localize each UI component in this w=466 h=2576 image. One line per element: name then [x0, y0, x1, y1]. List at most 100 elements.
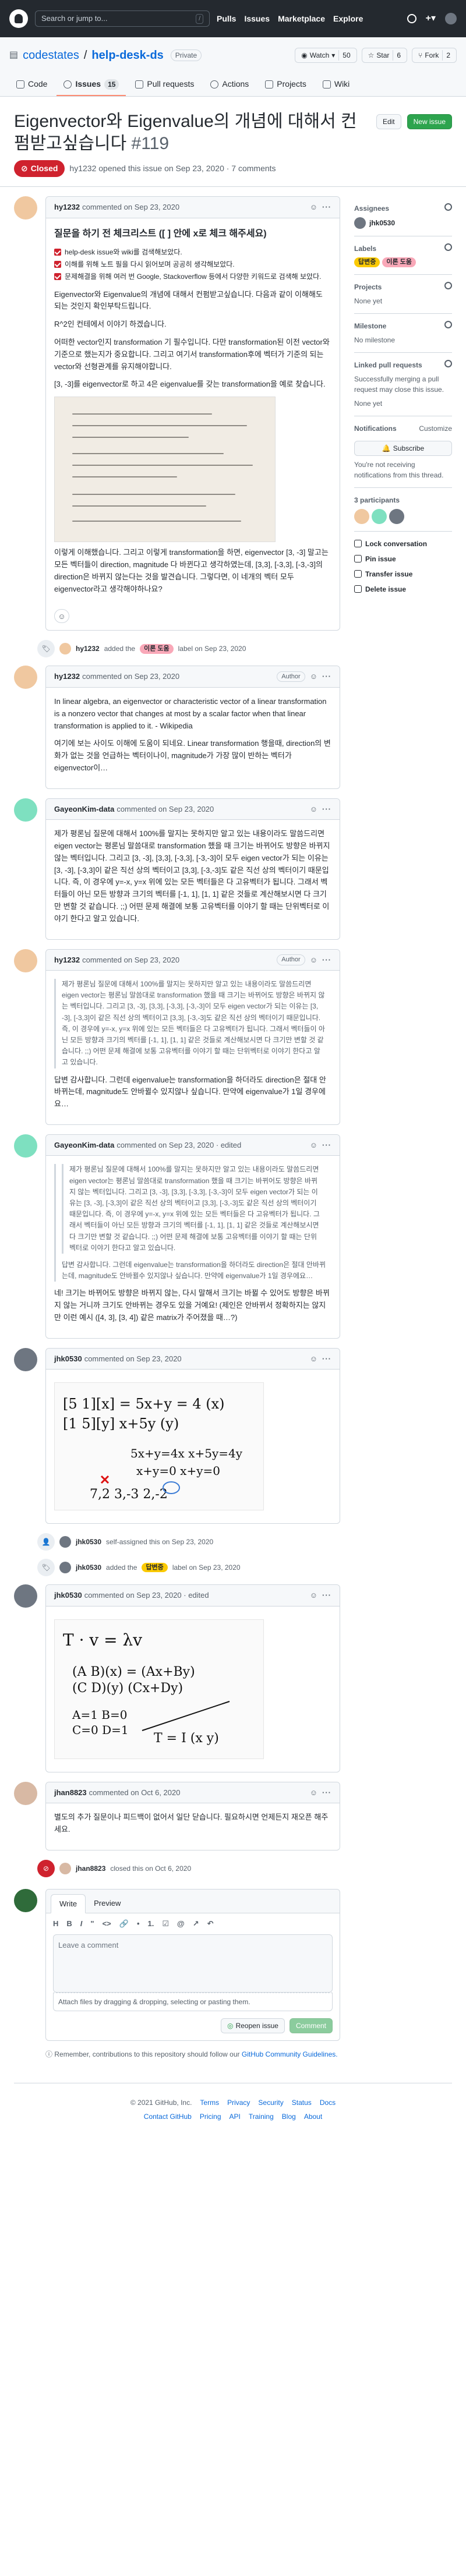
tab-issues[interactable]: Issues 15 [57, 73, 126, 96]
new-issue-button[interactable]: New issue [407, 114, 452, 129]
comment-author[interactable]: GayeonKim-data [54, 804, 114, 815]
reply-icon[interactable]: ↶ [207, 1918, 214, 1930]
more-options-icon[interactable]: ··· [322, 954, 331, 966]
more-options-icon[interactable]: ··· [322, 1590, 331, 1601]
nav-marketplace[interactable]: Marketplace [278, 13, 325, 25]
avatar[interactable] [389, 508, 404, 524]
tab-pull-requests[interactable]: Pull requests [128, 73, 201, 96]
smiley-icon[interactable]: ☺ [310, 201, 317, 213]
link-icon[interactable]: 🔗 [119, 1918, 129, 1930]
subscribe-button[interactable]: 🔔 Subscribe [354, 440, 452, 456]
comment-date[interactable]: commented on Sep 23, 2020 [116, 804, 214, 815]
smiley-icon[interactable]: ☺ [310, 1353, 317, 1365]
nav-explore[interactable]: Explore [333, 13, 363, 25]
more-options-icon[interactable]: ··· [322, 671, 331, 682]
gear-icon[interactable] [444, 243, 452, 251]
smiley-icon[interactable]: ☺ [310, 1787, 317, 1799]
label-answering[interactable]: 답변중 [142, 1562, 168, 1573]
plus-icon[interactable]: +▾ [426, 12, 436, 26]
more-options-icon[interactable]: ··· [322, 201, 331, 213]
footer-link-docs[interactable]: Docs [320, 2097, 336, 2108]
footer-link-pricing[interactable]: Pricing [200, 2111, 221, 2122]
comment-author[interactable]: hy1232 [54, 201, 80, 213]
handwritten-notes-image[interactable] [54, 397, 276, 543]
search-input[interactable]: Search or jump to... / [35, 10, 210, 27]
pin-issue-action[interactable]: Pin issue [354, 554, 452, 564]
footer-link-status[interactable]: Status [292, 2097, 312, 2108]
tab-preview[interactable]: Preview [86, 1894, 129, 1913]
quote-icon[interactable]: " [90, 1918, 94, 1930]
heading-icon[interactable]: H [53, 1918, 58, 1930]
edit-title-button[interactable]: Edit [376, 114, 401, 129]
comment-author[interactable]: jhk0530 [54, 1353, 82, 1365]
label-answering[interactable]: 답변중 [354, 257, 380, 267]
add-reaction-icon[interactable]: ☺ [54, 609, 69, 624]
bold-icon[interactable]: B [66, 1918, 72, 1930]
watch-button[interactable]: ◉ Watch ▾ 50 [295, 48, 357, 63]
delete-issue-action[interactable]: Delete issue [354, 584, 452, 595]
more-options-icon[interactable]: ··· [322, 1140, 331, 1151]
bell-icon[interactable] [407, 14, 416, 23]
tab-actions[interactable]: Actions [203, 73, 256, 96]
repo-name-link[interactable]: help-desk-ds [91, 47, 163, 64]
tab-write[interactable]: Write [51, 1894, 86, 1914]
avatar[interactable] [354, 508, 369, 524]
footer-link-security[interactable]: Security [258, 2097, 283, 2108]
label-theory[interactable]: 이론 도움 [382, 257, 416, 267]
smiley-icon[interactable]: ☺ [310, 804, 317, 815]
task-list-icon[interactable]: ☑ [162, 1918, 169, 1930]
nav-issues[interactable]: Issues [244, 13, 270, 25]
avatar[interactable] [372, 508, 387, 524]
footer-link-blog[interactable]: Blog [282, 2111, 296, 2122]
footer-link-training[interactable]: Training [249, 2111, 274, 2122]
label-theory[interactable]: 이론 도움 [140, 644, 174, 654]
customize-link[interactable]: Customize [419, 423, 452, 434]
attach-files-area[interactable]: Attach files by dragging & dropping, sel… [53, 1992, 333, 2011]
avatar[interactable] [445, 13, 457, 24]
checkbox-checked-icon[interactable] [54, 261, 61, 268]
handwritten-math-image[interactable]: T · v = λv (A B)(x) = (Ax+By) (C D)(y) (… [54, 1619, 264, 1759]
more-options-icon[interactable]: ··· [322, 1787, 331, 1799]
smiley-icon[interactable]: ☺ [310, 1590, 317, 1601]
comment-author[interactable]: jhk0530 [54, 1590, 82, 1601]
bulleted-list-icon[interactable]: • [137, 1918, 140, 1930]
comment-date[interactable]: commented on Sep 23, 2020 [84, 1353, 182, 1365]
footer-link-terms[interactable]: Terms [200, 2097, 219, 2108]
guidelines-link[interactable]: GitHub Community Guidelines. [242, 2050, 338, 2058]
italic-icon[interactable]: I [80, 1918, 83, 1930]
smiley-icon[interactable]: ☺ [310, 1140, 317, 1151]
gear-icon[interactable] [444, 203, 452, 211]
tab-projects[interactable]: Projects [258, 73, 313, 96]
comment-date[interactable]: commented on Sep 23, 2020 [82, 671, 179, 682]
repo-owner-link[interactable]: codestates [23, 47, 79, 64]
assignee-link[interactable]: jhk0530 [369, 218, 395, 228]
github-logo-icon[interactable] [9, 9, 28, 28]
comment-author[interactable]: GayeonKim-data [54, 1140, 114, 1151]
gear-icon[interactable] [444, 320, 452, 328]
checkbox-checked-icon[interactable] [54, 273, 61, 281]
comment-author[interactable]: hy1232 [54, 954, 80, 966]
comment-button[interactable]: Comment [289, 2018, 333, 2033]
footer-link-contact[interactable]: Contact GitHub [144, 2111, 192, 2122]
lock-conversation-action[interactable]: Lock conversation [354, 539, 452, 549]
numbered-list-icon[interactable]: 1. [148, 1918, 154, 1930]
fork-button[interactable]: ⑂ Fork 2 [412, 48, 457, 63]
more-options-icon[interactable]: ··· [322, 804, 331, 815]
gear-icon[interactable] [444, 281, 452, 289]
handwritten-math-image[interactable]: [5 1][x] = 5x+y = 4 (x) [1 5][y] x+5y (y… [54, 1382, 264, 1511]
mention-icon[interactable]: @ [177, 1918, 185, 1930]
star-button[interactable]: ☆ Star 6 [361, 48, 408, 63]
comment-date[interactable]: commented on Sep 23, 2020 [82, 954, 179, 966]
checkbox-checked-icon[interactable] [54, 249, 61, 256]
tab-wiki[interactable]: Wiki [316, 73, 356, 96]
comment-date[interactable]: commented on Oct 6, 2020 [89, 1787, 181, 1799]
gear-icon[interactable] [444, 359, 452, 367]
footer-link-privacy[interactable]: Privacy [227, 2097, 250, 2108]
comment-textarea[interactable]: Leave a comment [53, 1934, 333, 1993]
reopen-issue-button[interactable]: ◎ Reopen issue [221, 2018, 285, 2033]
comment-date[interactable]: commented on Sep 23, 2020 [82, 201, 179, 213]
more-options-icon[interactable]: ··· [322, 1353, 331, 1365]
code-icon[interactable]: <> [103, 1918, 111, 1930]
comment-author[interactable]: hy1232 [54, 671, 80, 682]
smiley-icon[interactable]: ☺ [310, 954, 317, 966]
